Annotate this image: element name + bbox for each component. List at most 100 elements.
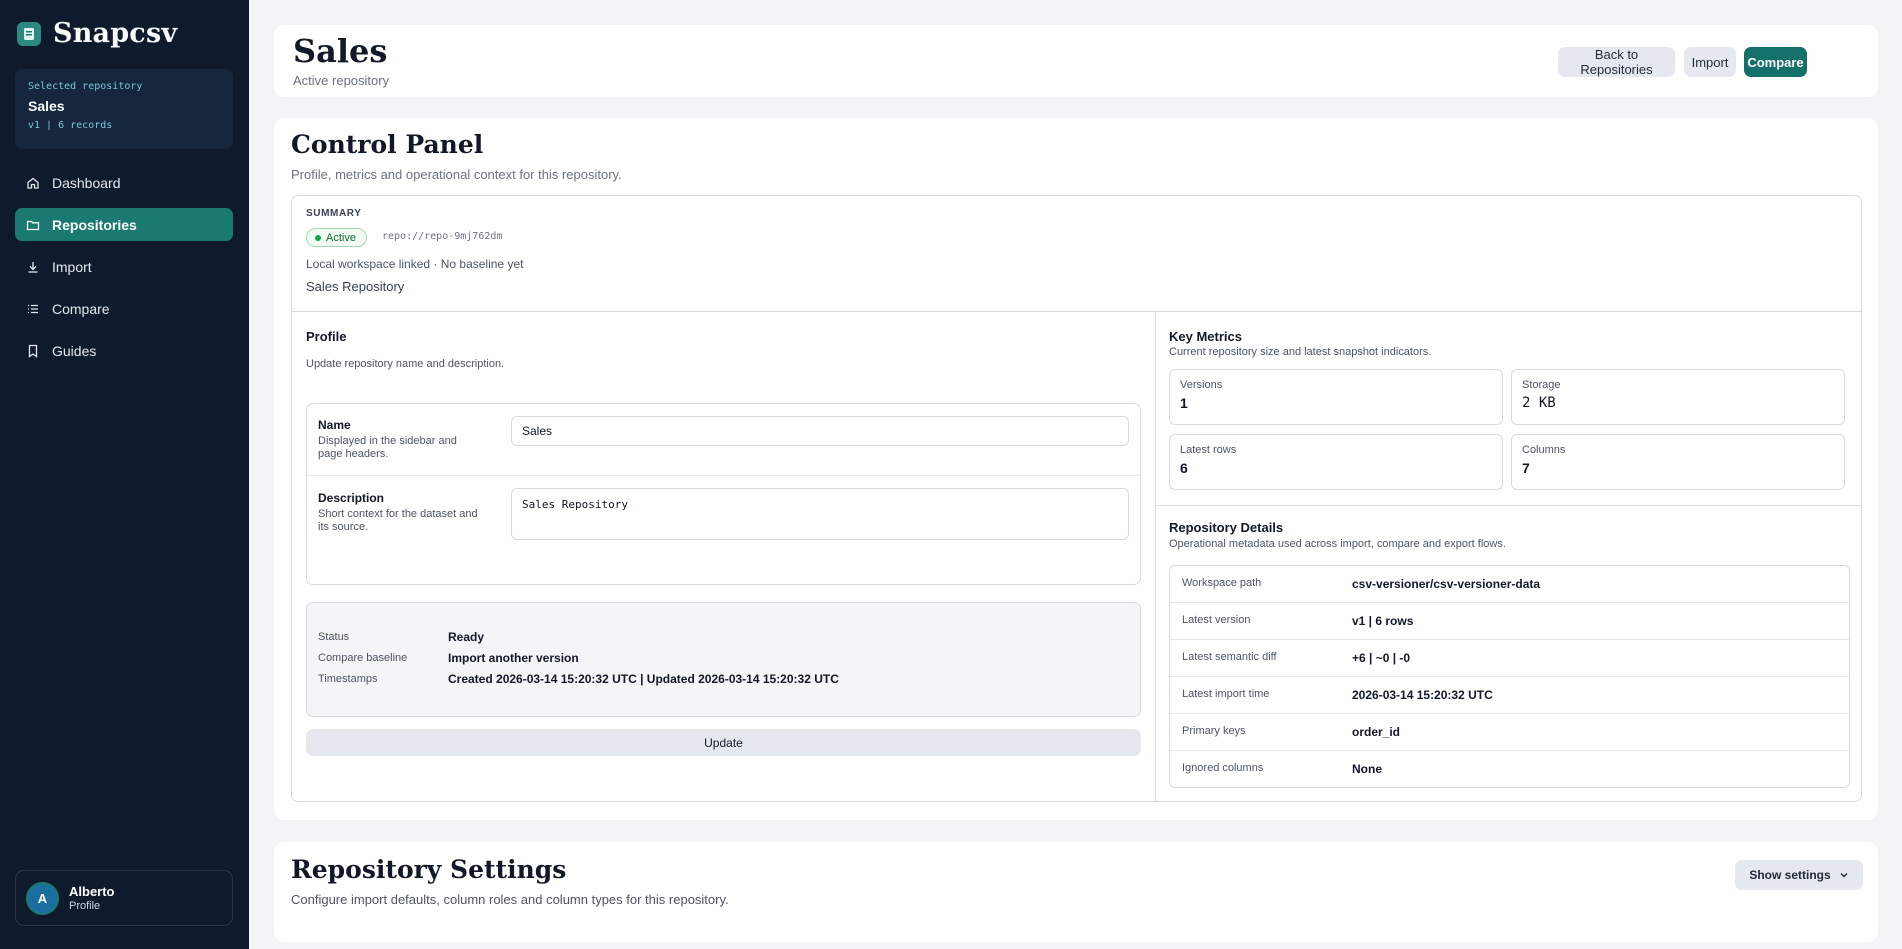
sidebar-item-label: Guides — [52, 342, 97, 359]
name-label: Name — [318, 418, 351, 432]
control-panel-subtitle: Profile, metrics and operational context… — [291, 167, 622, 182]
summary-description: Sales Repository — [306, 279, 405, 294]
metric-label: Storage — [1522, 379, 1561, 391]
detail-key: Workspace path — [1182, 577, 1262, 589]
repository-details-table: Workspace path csv-versioner/csv-version… — [1169, 565, 1850, 788]
table-row: Primary keys order_id — [1170, 714, 1849, 751]
detail-value: csv-versioner/csv-versioner-data — [1352, 577, 1541, 591]
key-metrics-subtitle: Current repository size and latest snaps… — [1169, 346, 1432, 358]
selected-repository-card[interactable]: Selected repository Sales v1 | 6 records — [15, 69, 233, 149]
download-icon — [28, 261, 38, 273]
sidebar-item-import[interactable]: Import — [15, 250, 233, 283]
sidebar: Snapcsv Selected repository Sales v1 | 6… — [0, 0, 249, 949]
metric-label: Latest rows — [1180, 444, 1237, 456]
brand[interactable]: Snapcsv — [17, 18, 177, 49]
status-value: Ready — [448, 630, 485, 644]
selected-repository-meta: v1 | 6 records — [28, 120, 113, 131]
page-subtitle: Active repository — [293, 73, 390, 88]
detail-key: Ignored columns — [1182, 762, 1264, 774]
description-help: Short context for the dataset and its so… — [318, 508, 478, 533]
detail-key: Primary keys — [1182, 725, 1246, 737]
repository-settings: Repository Settings Configure import def… — [274, 842, 1878, 942]
control-panel-title: Control Panel — [291, 130, 484, 159]
avatar: A — [26, 881, 59, 915]
user-profile[interactable]: A Alberto Profile — [15, 870, 233, 926]
repository-settings-title: Repository Settings — [291, 855, 567, 884]
back-to-repositories-button[interactable]: Back to Repositories — [1558, 47, 1675, 77]
workspace-status: Local workspace linked · No baseline yet — [306, 257, 524, 271]
table-row: Latest semantic diff +6 | ~0 | -0 — [1170, 640, 1849, 677]
repository-settings-subtitle: Configure import defaults, column roles … — [291, 892, 729, 907]
repository-details-subtitle: Operational metadata used across import,… — [1169, 538, 1506, 550]
sidebar-item-repositories[interactable]: Repositories — [15, 208, 233, 241]
selected-repository-label: Selected repository — [28, 81, 143, 92]
detail-key: Latest import time — [1182, 688, 1270, 700]
update-button[interactable]: Update — [306, 729, 1141, 756]
detail-value: +6 | ~0 | -0 — [1352, 651, 1411, 665]
metric-value: 7 — [1522, 460, 1530, 476]
metric-versions: Versions 1 — [1169, 369, 1503, 425]
user-role: Profile — [69, 900, 101, 912]
snapcsv-logo-icon — [17, 21, 41, 46]
sidebar-item-dashboard[interactable]: Dashboard — [15, 166, 233, 199]
app-name: Snapcsv — [53, 18, 178, 49]
timestamps-key: Timestamps — [318, 673, 378, 685]
book-icon — [28, 344, 38, 358]
name-help: Displayed in the sidebar and page header… — [318, 435, 457, 460]
sidebar-item-compare[interactable]: Compare — [15, 292, 233, 325]
timestamps-value: Created 2026-03-14 15:20:32 UTC | Update… — [448, 672, 839, 686]
metric-label: Columns — [1522, 444, 1566, 456]
metric-latest-rows: Latest rows 6 — [1169, 434, 1503, 490]
sidebar-item-guides[interactable]: Guides — [15, 334, 233, 367]
metric-value: 1 — [1180, 395, 1188, 411]
import-button[interactable]: Import — [1684, 47, 1736, 77]
repo-id: repo://repo-9mj762dm — [382, 231, 503, 242]
detail-value: order_id — [1352, 725, 1401, 739]
metric-columns: Columns 7 — [1511, 434, 1845, 490]
status-badge-label: Active — [326, 231, 356, 244]
folder-icon — [26, 220, 40, 230]
divider — [292, 311, 1861, 312]
status-key: Status — [318, 631, 350, 643]
profile-title: Profile — [306, 329, 347, 344]
summary-label: SUMMARY — [306, 208, 362, 219]
status-badge: Active — [306, 228, 367, 247]
repository-details-title: Repository Details — [1169, 520, 1284, 535]
divider — [307, 475, 1140, 476]
sidebar-item-label: Compare — [52, 300, 110, 317]
show-settings-button[interactable]: Show settings — [1735, 860, 1863, 890]
table-row: Latest import time 2026-03-14 15:20:32 U… — [1170, 677, 1849, 714]
metric-label: Versions — [1180, 379, 1223, 391]
metric-storage: Storage 2 KB — [1511, 369, 1845, 425]
name-field[interactable]: Sales — [511, 416, 1129, 446]
sidebar-item-label: Repositories — [52, 216, 137, 233]
show-settings-label: Show settings — [1749, 868, 1831, 882]
compare-baseline-value: Import another version — [448, 651, 579, 665]
divider — [1156, 505, 1861, 506]
table-row: Latest version v1 | 6 rows — [1170, 603, 1849, 640]
detail-key: Latest semantic diff — [1182, 651, 1277, 663]
control-panel-box: SUMMARY Active repo://repo-9mj762dm Loca… — [291, 195, 1862, 802]
user-name: Alberto — [69, 884, 115, 899]
home-icon — [27, 177, 39, 189]
description-label: Description — [318, 491, 385, 505]
metric-value: 6 — [1180, 460, 1188, 476]
chevron-down-icon — [1840, 873, 1848, 878]
description-textarea[interactable]: Sales Repository — [511, 488, 1129, 540]
page-header: Sales Active repository Back to Reposito… — [274, 25, 1878, 97]
table-row: Ignored columns None — [1170, 751, 1849, 787]
detail-value: None — [1352, 762, 1382, 776]
compare-button[interactable]: Compare — [1744, 47, 1807, 77]
detail-value: v1 | 6 rows — [1352, 614, 1414, 628]
detail-value: 2026-03-14 15:20:32 UTC — [1352, 688, 1493, 702]
table-row: Workspace path csv-versioner/csv-version… — [1170, 566, 1849, 603]
sidebar-item-label: Import — [52, 258, 92, 275]
status-dot-icon — [315, 234, 321, 241]
compare-baseline-key: Compare baseline — [318, 652, 408, 664]
profile-form: Name Displayed in the sidebar and page h… — [306, 403, 1141, 585]
detail-key: Latest version — [1182, 614, 1251, 626]
metric-value: 2 KB — [1522, 395, 1556, 411]
profile-status-box: Status Ready Compare baseline Import ano… — [306, 602, 1141, 717]
page-title: Sales — [293, 32, 388, 70]
profile-subtitle: Update repository name and description. — [306, 358, 505, 370]
